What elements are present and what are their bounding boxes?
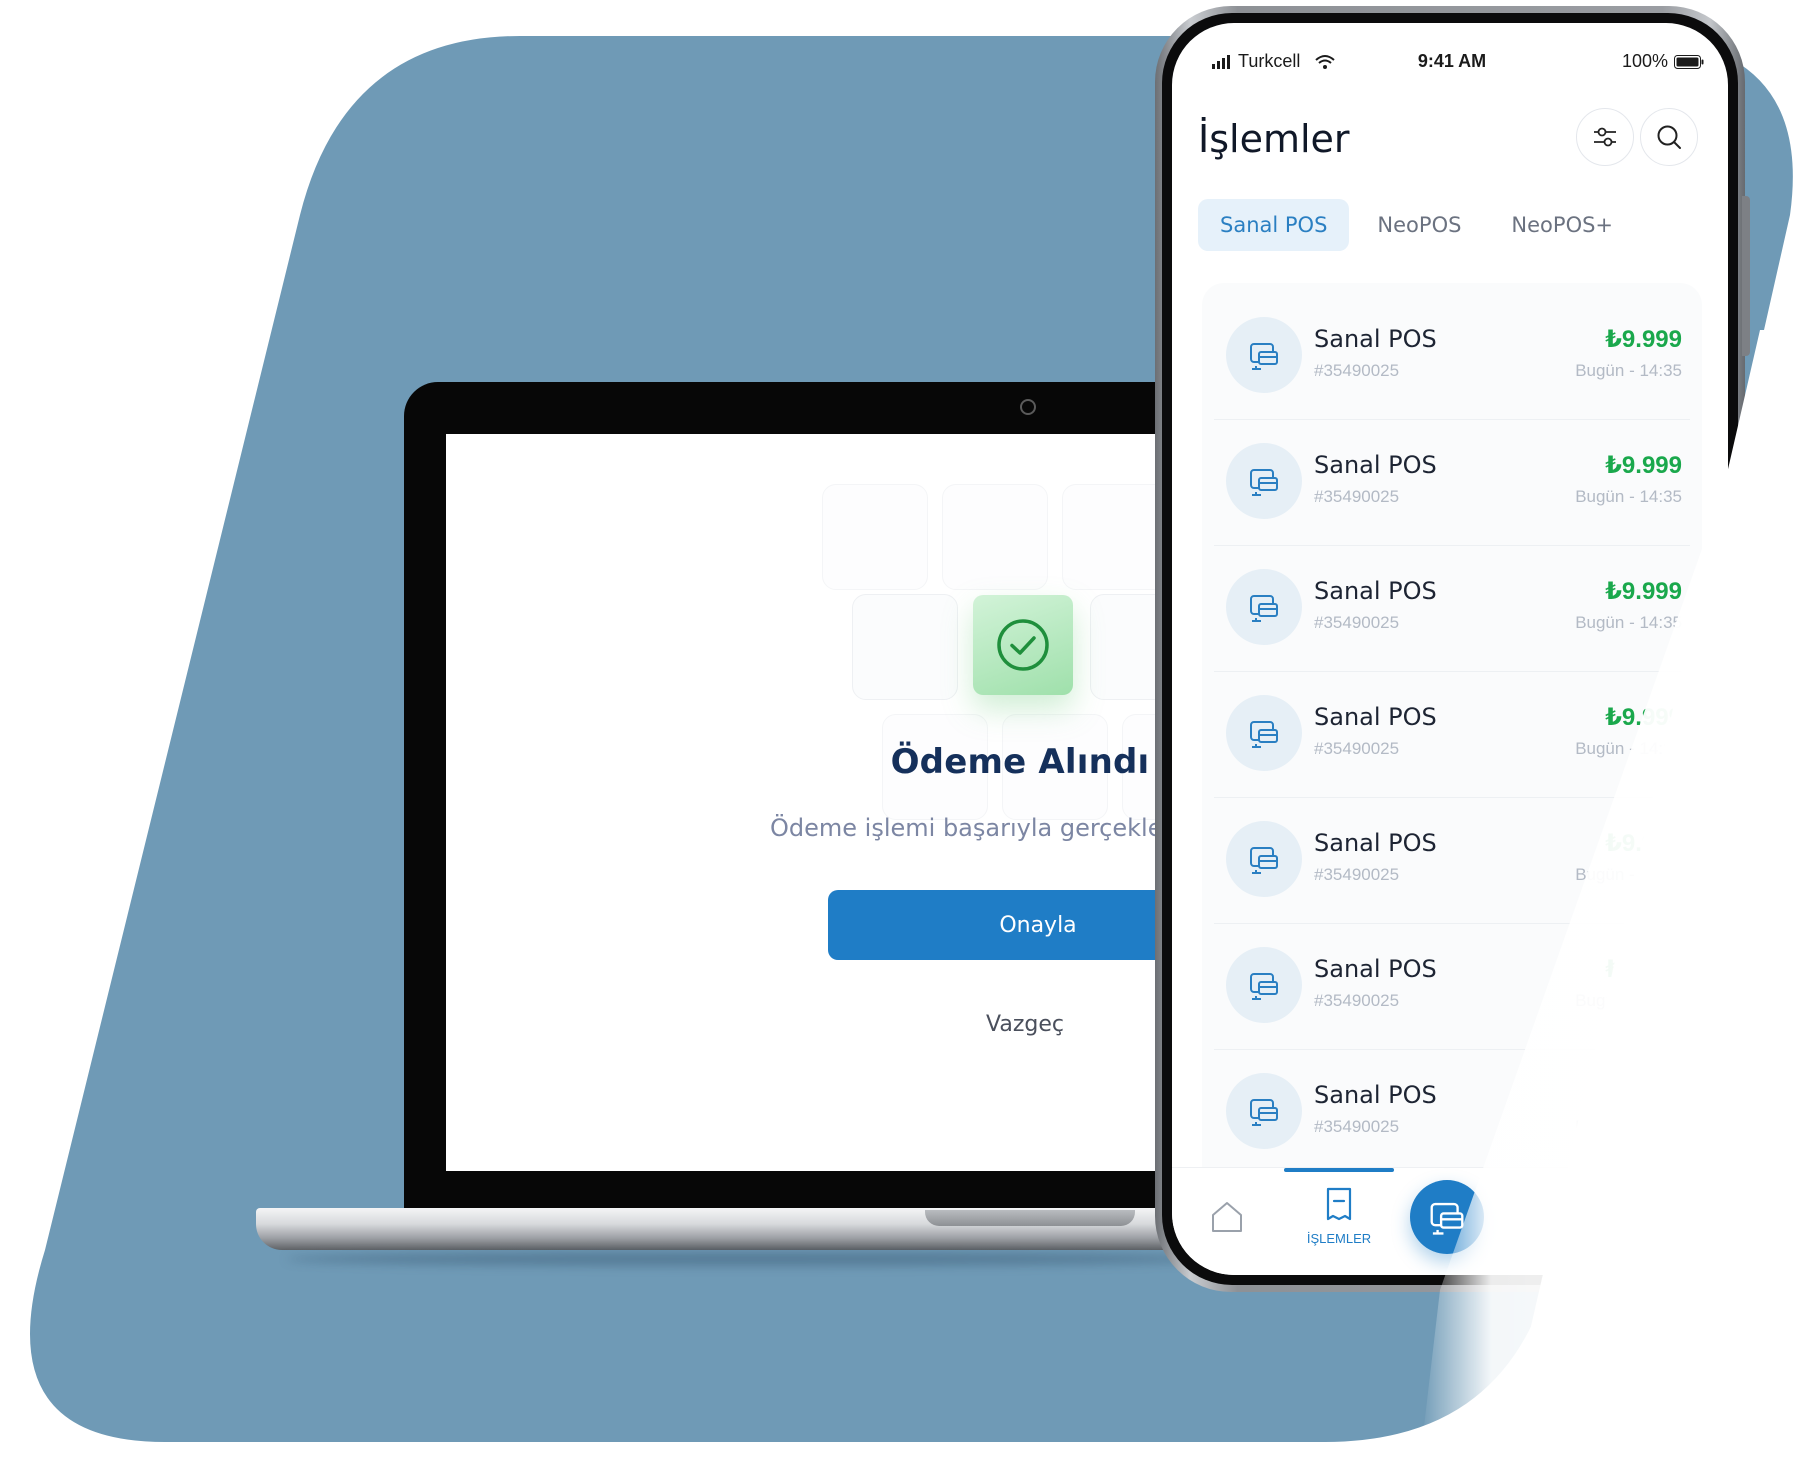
pos-terminal-icon	[1250, 847, 1278, 874]
transaction-row[interactable]: Sanal POS #35490025 ₺9.999 Bugün - 14:35	[1214, 419, 1690, 546]
transaction-row[interactable]: Sanal POS #35490025 ₺9.999 Bugün - 14:35	[1214, 923, 1690, 1050]
check-circle-icon	[997, 619, 1049, 671]
page-title: İşlemler	[1198, 117, 1350, 161]
filter-button[interactable]	[1576, 108, 1634, 166]
modal-title: Ödeme Alındı	[890, 742, 1150, 782]
transaction-amount: ₺9.999	[1605, 326, 1682, 353]
laptop-trackpad-notch	[925, 1210, 1135, 1226]
laptop-camera	[1020, 399, 1036, 415]
pos-terminal-icon	[1250, 343, 1278, 370]
transaction-row[interactable]: Sanal POS #35490025 ₺9.999 Bugün - 14:35	[1214, 1049, 1690, 1175]
laptop-shadow	[286, 1252, 1216, 1266]
transaction-row[interactable]: Sanal POS #35490025 ₺9.999 Bugün - 14:35	[1214, 797, 1690, 924]
transaction-name: Sanal POS	[1314, 703, 1437, 731]
pos-terminal-icon	[1250, 595, 1278, 622]
transaction-time: Bugün - 14:35	[1575, 865, 1682, 884]
pos-terminal-icon	[1250, 1099, 1278, 1126]
transaction-name: Sanal POS	[1314, 955, 1437, 983]
transaction-time: Bugün - 14:35	[1575, 991, 1682, 1010]
transaction-name: Sanal POS	[1314, 577, 1437, 605]
filter-sliders-icon	[1594, 127, 1616, 147]
battery-percent: 100%	[1621, 51, 1668, 71]
pos-terminal-icon	[1250, 973, 1278, 1000]
transaction-id: #35490025	[1314, 361, 1400, 380]
transaction-id: #35490025	[1314, 1117, 1400, 1136]
transaction-icon	[1226, 947, 1302, 1023]
transaction-id: #35490025	[1314, 865, 1400, 884]
tab-transactions-label: İŞLEMLER	[1306, 1231, 1372, 1246]
bottom-tab-bar: İŞLEMLER	[1172, 1167, 1728, 1275]
transaction-amount: ₺9.999	[1605, 578, 1682, 605]
pos-terminal-icon	[1250, 721, 1278, 748]
transaction-id: #35490025	[1314, 991, 1400, 1010]
transaction-id: #35490025	[1314, 739, 1400, 758]
transaction-time: Bugün - 14:35	[1575, 361, 1682, 380]
transaction-time: Bugün - 14:35	[1575, 487, 1682, 506]
tab-sanal-pos[interactable]: Sanal POS	[1198, 199, 1350, 251]
transaction-icon	[1226, 821, 1302, 897]
transaction-id: #35490025	[1314, 487, 1400, 506]
transaction-name: Sanal POS	[1314, 1081, 1437, 1109]
cancel-button[interactable]: Vazgeç	[920, 1012, 1130, 1037]
transaction-icon	[1226, 443, 1302, 519]
transaction-amount: ₺9.999	[1605, 956, 1682, 983]
tab-neopos[interactable]: NeoPOS	[1355, 199, 1483, 251]
transaction-row[interactable]: Sanal POS #35490025 ₺9.999 Bugün - 14:35	[1214, 671, 1690, 798]
home-icon	[1212, 1202, 1242, 1232]
search-icon	[1657, 125, 1681, 149]
transaction-icon	[1226, 317, 1302, 393]
status-bar: Turkcell 9:41 AM 100%	[1188, 47, 1716, 77]
modal-description: Ödeme işlemi başarıyla gerçekle	[770, 814, 1163, 842]
tab-transactions[interactable]: İŞLEMLER	[1284, 1186, 1394, 1246]
tab-home[interactable]	[1208, 1198, 1246, 1241]
pos-terminal-icon	[1430, 1202, 1464, 1235]
transaction-name: Sanal POS	[1314, 325, 1437, 353]
search-button[interactable]	[1640, 108, 1698, 166]
success-badge	[973, 595, 1073, 695]
battery: 100%	[1622, 51, 1704, 72]
pos-action-button[interactable]	[1410, 1180, 1484, 1254]
phone-screen: Turkcell 9:41 AM 100% İşlemler Sanal POS…	[1172, 23, 1728, 1275]
receipt-icon	[1326, 1187, 1352, 1221]
transaction-row[interactable]: Sanal POS #35490025 ₺9.999 Bugün - 14:35	[1214, 545, 1690, 672]
transaction-amount: ₺9.999	[1605, 704, 1682, 731]
transaction-icon	[1226, 1073, 1302, 1149]
pos-tabs: Sanal POS NeoPOS NeoPOS+	[1198, 199, 1635, 251]
transaction-name: Sanal POS	[1314, 451, 1437, 479]
tab-neopos-plus[interactable]: NeoPOS+	[1489, 199, 1635, 251]
transaction-time: Bugün - 14:35	[1575, 1117, 1682, 1136]
transaction-id: #35490025	[1314, 613, 1400, 632]
pos-terminal-icon	[1250, 469, 1278, 496]
transaction-row[interactable]: Sanal POS #35490025 ₺9.999 Bugün - 14:35	[1214, 293, 1690, 420]
phone-side-button	[1742, 196, 1750, 356]
transaction-icon	[1226, 695, 1302, 771]
transaction-time: Bugün - 14:35	[1575, 613, 1682, 632]
transaction-time: Bugün - 14:35	[1575, 739, 1682, 758]
transaction-icon	[1226, 569, 1302, 645]
transaction-amount: ₺9.999	[1605, 452, 1682, 479]
active-tab-indicator	[1284, 1168, 1394, 1172]
transaction-amount: ₺9.999	[1605, 1082, 1682, 1109]
transaction-amount: ₺9.999	[1605, 830, 1682, 857]
battery-icon	[1674, 54, 1704, 69]
transaction-name: Sanal POS	[1314, 829, 1437, 857]
